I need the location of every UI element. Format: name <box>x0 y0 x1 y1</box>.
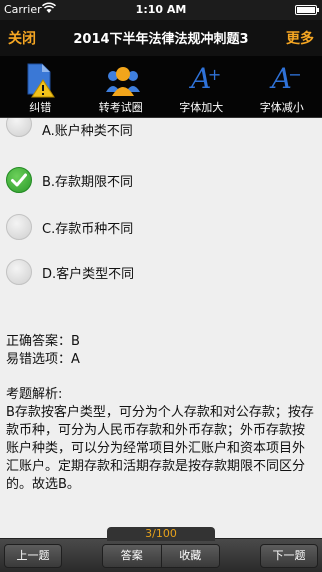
bottom-bar: 3/100 上一题 答案 收藏 下一题 <box>0 527 322 572</box>
close-button[interactable]: 关闭 <box>8 28 36 48</box>
more-button[interactable]: 更多 <box>286 28 314 48</box>
favorite-button[interactable]: 收藏 <box>160 545 219 567</box>
answer-button[interactable]: 答案 <box>103 545 161 567</box>
next-question-button[interactable]: 下一题 <box>260 544 318 568</box>
option-label: D.客户类型不同 <box>42 266 135 282</box>
font-increase-button[interactable]: A + 字体加大 <box>161 56 242 117</box>
analysis-title: 考题解析: <box>6 387 63 402</box>
radio-unchecked-icon[interactable] <box>6 118 32 137</box>
radio-unchecked-icon[interactable] <box>6 214 32 240</box>
toolbar-label: 纠错 <box>29 101 52 114</box>
error-report-button[interactable]: 纠错 <box>0 56 81 117</box>
font-decrease-button[interactable]: A − 字体减小 <box>242 56 322 117</box>
toolbar-label: 转考试圈 <box>98 101 143 114</box>
answer-favorite-group: 答案 收藏 <box>102 544 220 568</box>
exam-circle-icon <box>105 62 140 98</box>
prev-question-button[interactable]: 上一题 <box>4 544 62 568</box>
font-decrease-icon: A − <box>271 62 302 95</box>
option-d[interactable]: D.客户类型不同 <box>6 259 134 285</box>
font-increase-icon: A + <box>191 62 222 95</box>
option-c[interactable]: C.存款币种不同 <box>6 214 133 240</box>
question-content: A.账户种类不同 B.存款期限不同 C.存款币种不同 D.客户类型不同 正确答案… <box>0 118 322 536</box>
radio-unchecked-icon[interactable] <box>6 259 32 285</box>
page-title: 2014下半年法律法规冲刺题3 <box>73 32 249 47</box>
error-prone-option: 易错选项：A <box>6 352 80 367</box>
correct-answer: 正确答案：B <box>6 334 80 349</box>
toolbar-label: 字体减小 <box>259 101 304 114</box>
status-bar: Carrier 1:10 AM <box>0 0 322 20</box>
option-label: C.存款币种不同 <box>42 221 134 237</box>
error-report-icon <box>24 62 56 98</box>
clock: 1:10 AM <box>135 3 187 16</box>
option-label: B.存款期限不同 <box>42 174 134 190</box>
toolbar: 纠错 转考试圈 A + 字体加大 A − 字体减小 <box>0 56 322 118</box>
option-a[interactable]: A.账户种类不同 <box>6 118 133 139</box>
nav-bar: 关闭 2014下半年法律法规冲刺题3 更多 <box>0 20 322 56</box>
exam-circle-button[interactable]: 转考试圈 <box>81 56 162 117</box>
toolbar-label: 字体加大 <box>179 101 224 114</box>
option-b[interactable]: B.存款期限不同 <box>6 167 133 193</box>
checkmark-icon[interactable] <box>6 167 32 193</box>
option-label: A.账户种类不同 <box>42 124 133 139</box>
battery-icon <box>295 5 319 15</box>
analysis-body: B存款按客户类型，可分为个人存款和对公存款；按存款币种，可分为人民币存款和外币存… <box>6 405 314 492</box>
question-counter: 3/100 <box>107 527 215 541</box>
